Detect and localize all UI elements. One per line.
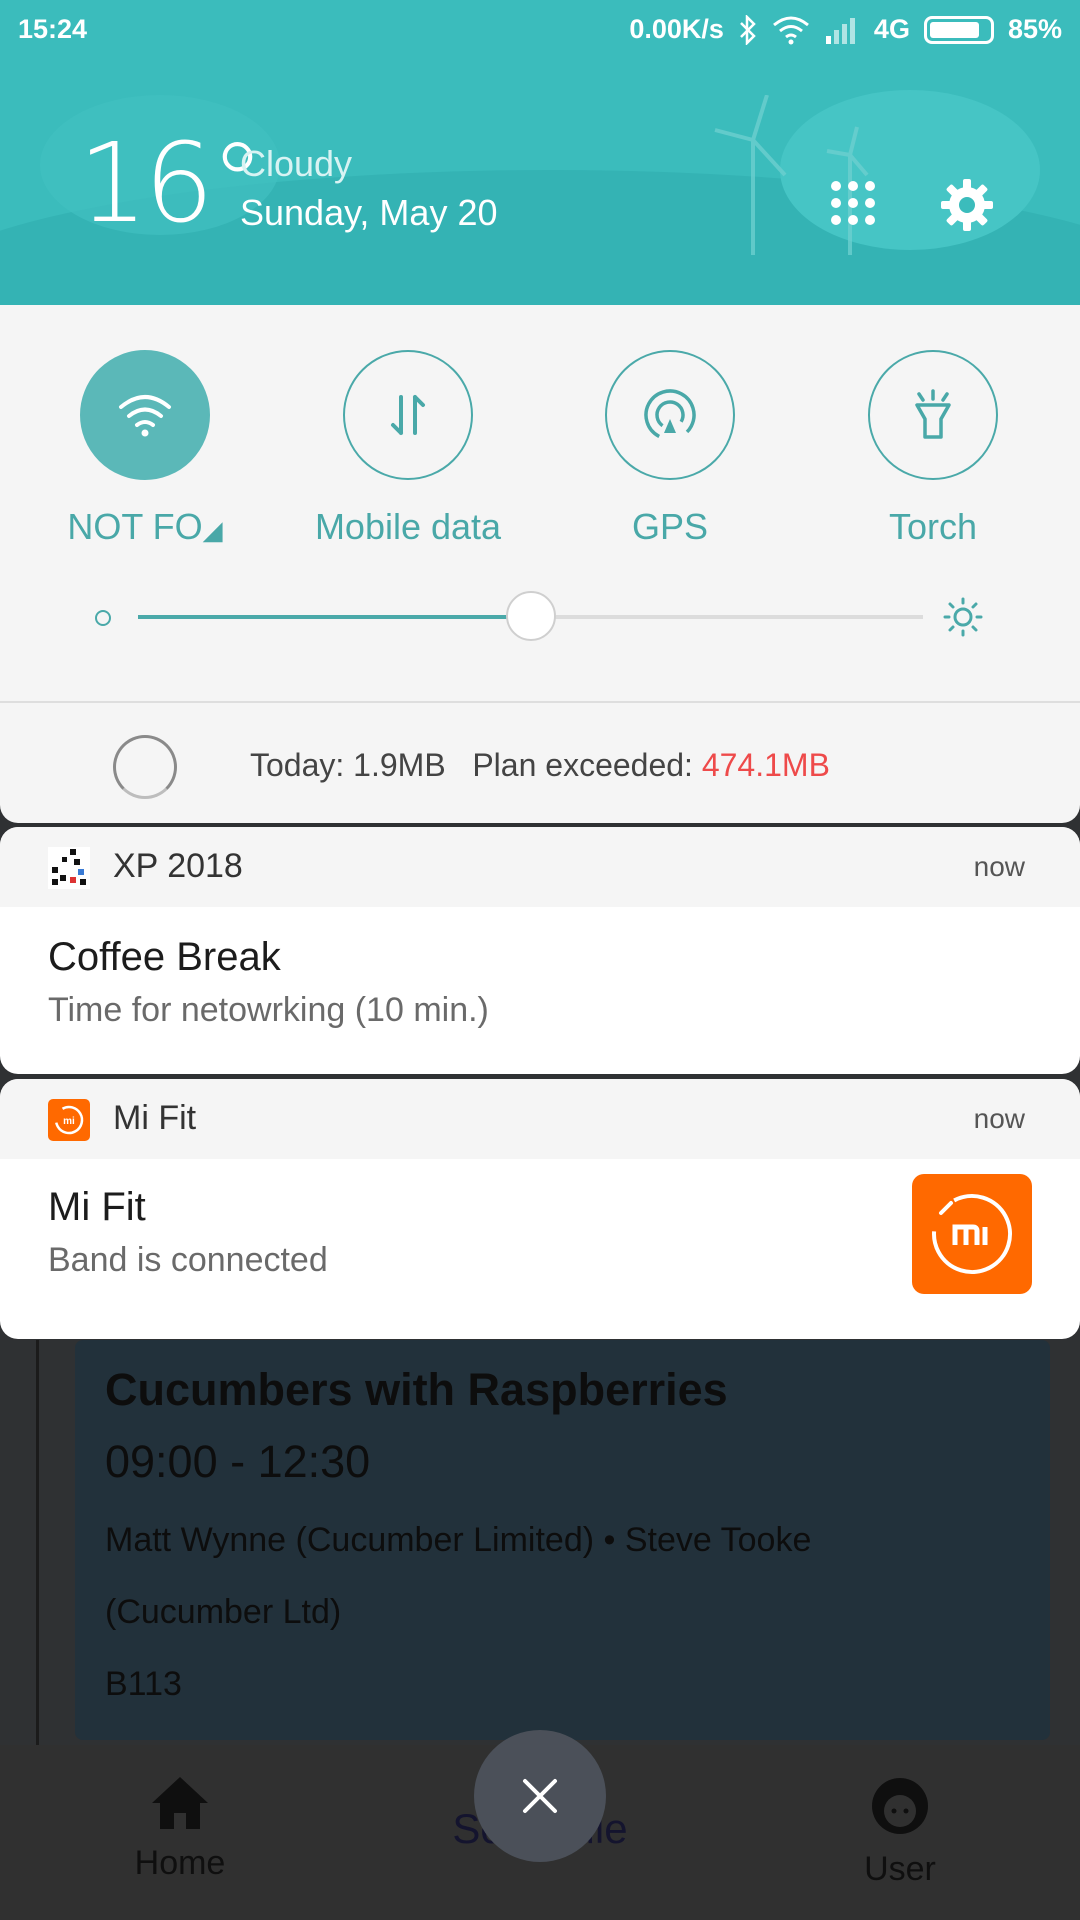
weather-condition: Cloudy [240,143,353,184]
nav-home-label: Home [134,1844,226,1882]
screen: Cucumbers with Raspberries 09:00 - 12:30… [0,0,1080,1920]
brightness-high-icon [943,597,983,637]
tile-torch-label: Torch [888,506,978,547]
battery-icon [923,15,994,44]
wifi-icon [119,395,171,437]
torch-icon [915,389,951,439]
net-speed: 0.00K/s [629,14,724,44]
data-plan-label: Plan exceeded: [472,747,693,783]
session-time: 09:00 - 12:30 [105,1436,371,1487]
data-usage-text: Today: 1.9MB Plan exceeded: 474.1MB [250,747,830,784]
tile-mobile-data-label: Mobile data [314,506,502,547]
user-icon [872,1778,928,1834]
tile-wifi-label-text: NOT FO [67,506,203,547]
dropdown-triangle-icon: ◢ [202,515,223,545]
data-usage-ring-icon [113,735,177,799]
mifit-app-icon: mi [48,1099,90,1141]
toggles-grid-icon[interactable] [830,180,876,226]
session-speakers: Matt Wynne (Cucumber Limited) • Steve To… [105,1521,812,1559]
svg-text:mi: mi [63,1116,75,1127]
notification-app-name: XP 2018 [113,847,243,885]
tile-wifi[interactable]: NOT FO◢ [45,350,245,548]
session-speakers-cont: (Cucumber Ltd) [105,1593,342,1631]
clock: 15:24 [18,14,88,44]
close-fab[interactable] [474,1730,606,1862]
notification-time: now [973,1103,1025,1134]
notification-xp2018[interactable]: XP 2018 now Coffee Break Time for netowr… [0,827,1080,1074]
tile-torch[interactable]: Torch [833,350,1033,548]
notification-body: Time for netowrking (10 min.) [48,991,489,1029]
session-title: Cucumbers with Raspberries [105,1364,728,1415]
notification-title: Mi Fit [48,1185,146,1229]
nav-home[interactable]: Home [80,1775,280,1883]
shade-header: 15:24 0.00K/s 4G 85% 16° Cloudy Sunday, … [0,0,1080,305]
data-today: Today: 1.9MB [250,747,446,783]
brightness-knob[interactable] [505,591,556,641]
battery-percent: 85% [1007,14,1062,44]
settings-gear-icon[interactable] [940,178,994,232]
notification-title: Coffee Break [48,935,281,979]
timeline-line [36,1340,39,1750]
tile-gps-circle [605,350,735,480]
quick-settings: NOT FO◢ Mobile data GPS Torch [0,305,1080,703]
mobile-data-icon [391,395,425,435]
data-plan-exceeded-value: 474.1MB [701,747,830,783]
tile-wifi-label: NOT FO◢ [45,506,245,548]
notification-mifit[interactable]: mi Mi Fit now Mi Fit Band is connected [0,1079,1080,1339]
nav-user-label: User [864,1850,936,1888]
nav-user[interactable]: User [800,1775,1000,1889]
data-usage-bar[interactable]: Today: 1.9MB Plan exceeded: 474.1MB [0,703,1080,823]
session-card[interactable]: Cucumbers with Raspberries 09:00 - 12:30… [75,1340,1050,1740]
mifit-large-icon [912,1174,1032,1294]
session-room: B113 [105,1665,182,1703]
status-bar: 15:24 0.00K/s 4G 85% [0,0,1080,60]
temperature[interactable]: 16° [78,128,265,238]
notification-app-name: Mi Fit [113,1099,197,1137]
brightness-low-icon [95,610,111,626]
bluetooth-icon [740,14,756,45]
brightness-slider[interactable] [95,591,995,641]
date-label[interactable]: Sunday, May 20 [240,192,497,234]
xp2018-app-icon [48,847,90,889]
brightness-progress [138,615,531,619]
notification-header: mi Mi Fit now [0,1079,1080,1159]
signal-icon [825,17,855,44]
tile-torch-circle [868,350,998,480]
close-icon [523,1779,557,1813]
wifi-status-icon [772,16,809,44]
tile-wifi-circle [80,350,210,480]
gps-icon [644,389,696,441]
home-icon [152,1777,208,1829]
notification-header: XP 2018 now [0,827,1080,907]
notification-body: Band is connected [48,1241,328,1279]
tile-mobile-data[interactable]: Mobile data [308,350,508,548]
tile-gps-label: GPS [631,506,709,547]
wind-turbine-icon [714,95,869,255]
notification-time: now [973,851,1025,882]
mi-logo-icon [932,1194,1012,1274]
network-type: 4G [873,14,910,44]
tile-mobile-data-circle [343,350,473,480]
tile-gps[interactable]: GPS [570,350,770,548]
